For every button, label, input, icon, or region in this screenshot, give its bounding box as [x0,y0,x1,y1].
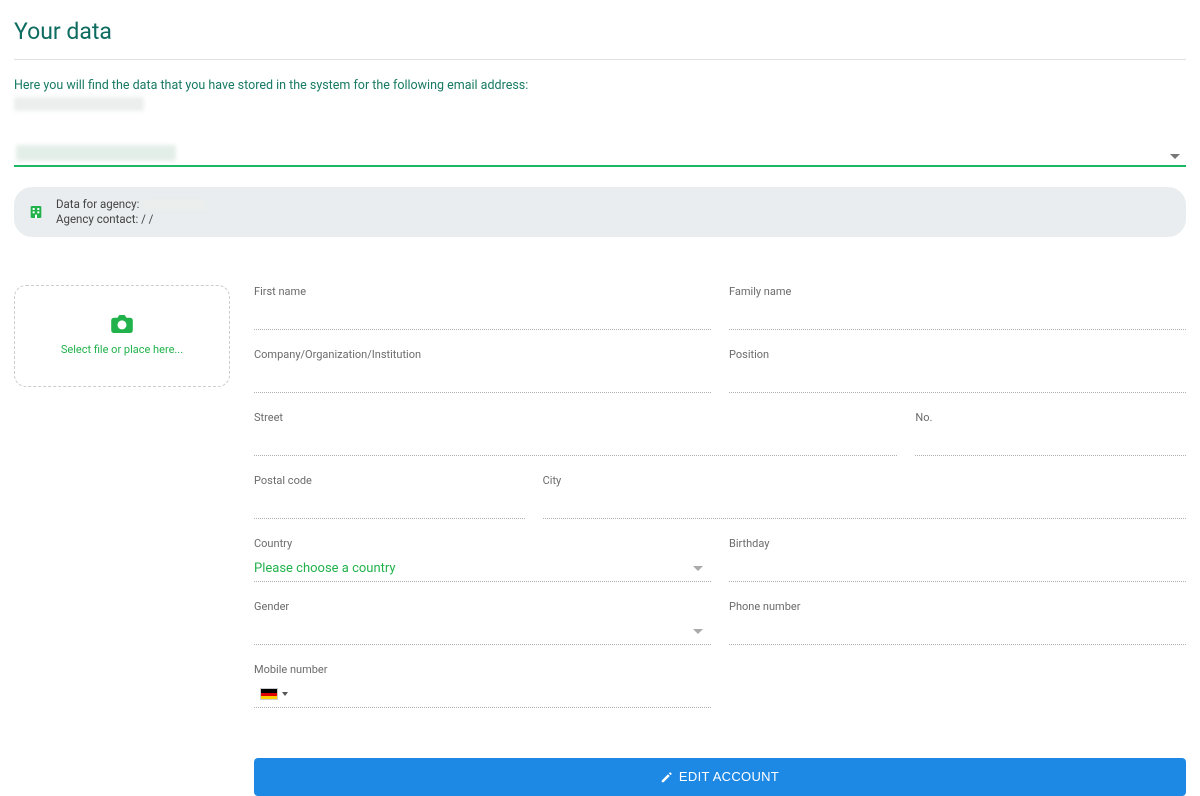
street-input[interactable] [254,430,897,456]
postal-code-input[interactable] [254,493,525,519]
chevron-down-icon [693,629,703,634]
first-name-label: First name [254,285,711,298]
family-name-label: Family name [729,285,1186,298]
position-input[interactable] [729,367,1186,393]
camera-icon [111,315,133,333]
phone-input[interactable] [729,619,1186,645]
birthday-label: Birthday [729,537,1186,550]
country-label: Country [254,537,711,550]
building-icon [28,204,44,220]
redacted-agency-name [16,145,176,161]
photo-upload-dropzone[interactable]: Select file or place here... [14,285,230,387]
birthday-input[interactable] [729,556,1186,582]
mobile-country-select[interactable] [254,682,711,708]
country-placeholder: Please choose a country [254,561,396,576]
position-label: Position [729,348,1186,361]
company-input[interactable] [254,367,711,393]
chevron-down-icon [282,692,288,696]
page-title: Your data [14,0,1186,59]
intro-text: Here you will find the data that you hav… [14,78,1186,93]
agency-info-box: Data for agency: Agency contact: / / [14,187,1186,237]
edit-account-button[interactable]: EDIT ACCOUNT [254,758,1186,796]
agency-dropdown[interactable] [14,143,1186,167]
family-name-input[interactable] [729,304,1186,330]
gender-label: Gender [254,600,711,613]
gender-select[interactable] [254,619,711,645]
no-input[interactable] [915,430,1186,456]
flag-de-icon [260,688,278,700]
company-label: Company/Organization/Institution [254,348,711,361]
edit-account-label: EDIT ACCOUNT [679,769,779,784]
street-label: Street [254,411,897,424]
no-label: No. [915,411,1186,424]
redacted-agency-value [142,200,206,210]
agency-data-label: Data for agency: [56,197,139,211]
first-name-input[interactable] [254,304,711,330]
chevron-down-icon [693,566,703,571]
phone-label: Phone number [729,600,1186,613]
divider [14,59,1186,60]
city-label: City [543,474,1186,487]
postal-code-label: Postal code [254,474,525,487]
upload-label: Select file or place here... [61,343,183,356]
agency-info-text: Data for agency: Agency contact: / / [56,197,206,227]
agency-contact-label: Agency contact: / / [56,212,206,227]
mobile-label: Mobile number [254,663,711,676]
pen-icon [661,771,673,783]
chevron-down-icon [1170,154,1180,159]
city-input[interactable] [543,493,1186,519]
redacted-email [14,97,144,111]
country-select[interactable]: Please choose a country [254,556,711,582]
